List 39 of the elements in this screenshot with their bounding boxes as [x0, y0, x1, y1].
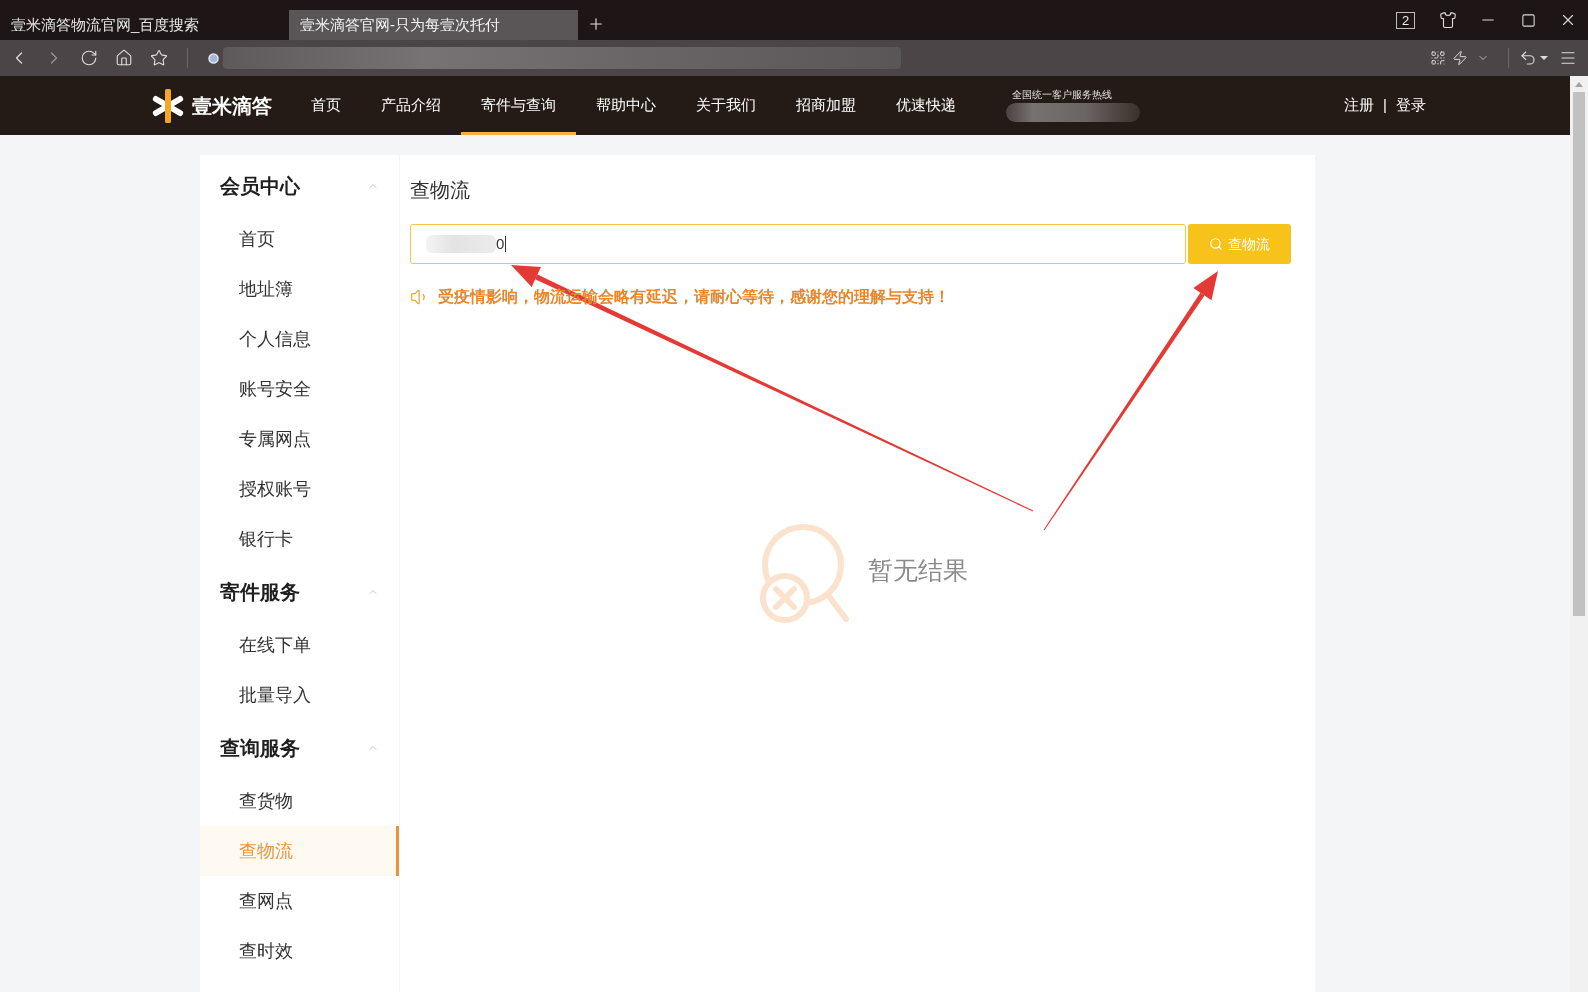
hotline-label: 全国统一客户服务热线: [1012, 89, 1113, 101]
scrollbar-thumb[interactable]: [1573, 92, 1585, 616]
house-icon[interactable]: [115, 49, 133, 67]
tracking-number-field[interactable]: 0: [410, 224, 1186, 264]
browser-tab[interactable]: 壹米滴答物流官网_百度搜索: [0, 10, 289, 40]
menu-icon[interactable]: [1559, 49, 1577, 67]
refresh-icon[interactable]: [80, 49, 98, 67]
text-cursor-icon: [505, 236, 507, 252]
nav-link[interactable]: 优速快递: [876, 76, 976, 135]
login-link[interactable]: 登录: [1396, 94, 1426, 117]
search-icon: [1209, 237, 1223, 251]
sidebar-section-header[interactable]: 查询服务: [200, 720, 399, 776]
browser-tab[interactable]: 壹米滴答官网-只为每壹次托付: [289, 10, 578, 40]
nav-link[interactable]: 帮助中心: [576, 76, 676, 135]
brand-name[interactable]: 壹米滴答: [192, 90, 272, 121]
nav-link[interactable]: 寄件与查询: [461, 76, 576, 135]
scrollbar[interactable]: [1570, 76, 1588, 992]
lightning-icon[interactable]: [1452, 50, 1468, 66]
grid-icon[interactable]: [1430, 50, 1446, 66]
undo-icon[interactable]: [1519, 49, 1537, 67]
nav-link[interactable]: 关于我们: [676, 76, 776, 135]
caret-down-icon[interactable]: [1540, 56, 1548, 60]
new-tab-icon[interactable]: [587, 15, 605, 33]
shirt-icon[interactable]: [1439, 11, 1457, 29]
separator: |: [1383, 95, 1387, 116]
sidebar-section-header[interactable]: 会员中心: [200, 158, 399, 214]
page-title: 查物流: [410, 178, 471, 203]
nav-link[interactable]: 产品介绍: [361, 76, 461, 135]
star-icon[interactable]: [150, 49, 168, 67]
redacted-blur: [426, 235, 496, 253]
register-link[interactable]: 注册: [1344, 94, 1375, 117]
nav-link[interactable]: 首页: [291, 76, 361, 135]
nav-link[interactable]: 招商加盟: [776, 76, 876, 135]
asterisk-logo-icon: [150, 87, 186, 124]
sidebar-section-header[interactable]: 寄件服务: [200, 564, 399, 620]
site-icon: [208, 52, 219, 64]
empty-result-text: 暂无结果: [867, 554, 968, 586]
maximize-icon[interactable]: [1520, 12, 1536, 28]
window-count[interactable]: 2: [1396, 11, 1415, 29]
